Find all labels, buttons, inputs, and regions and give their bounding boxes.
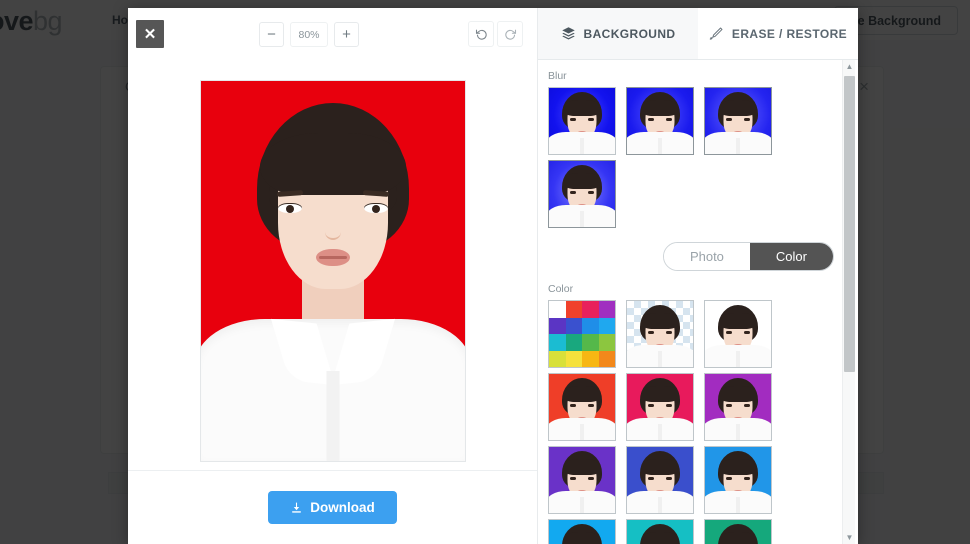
blur-section-label: Blur xyxy=(548,70,567,82)
color-thumbnail-transparent[interactable] xyxy=(626,300,694,368)
thumbnail-portrait xyxy=(627,447,693,513)
thumbnail-portrait xyxy=(549,447,615,513)
portrait-eye-right xyxy=(363,203,388,213)
brush-icon xyxy=(709,27,723,40)
zoom-controls: − 80% + xyxy=(259,22,359,47)
portrait-pupil-left xyxy=(285,205,294,213)
zoom-in-button[interactable]: + xyxy=(334,22,359,47)
color-thumbnail-grid xyxy=(548,300,846,544)
tab-erase-restore-label: ERASE / RESTORE xyxy=(731,26,848,41)
tab-erase-restore[interactable]: ERASE / RESTORE xyxy=(698,8,858,60)
thumbnail-portrait xyxy=(705,88,771,154)
thumbnail-portrait xyxy=(627,301,693,367)
color-thumbnail[interactable] xyxy=(704,446,772,514)
portrait-pupil-right xyxy=(371,205,380,213)
thumbnail-portrait xyxy=(549,520,615,544)
color-section-label: Color xyxy=(548,283,574,295)
photo-color-toggle-row: Photo Color xyxy=(548,228,846,283)
undo-button[interactable] xyxy=(468,21,494,47)
color-thumbnail[interactable] xyxy=(548,373,616,441)
toggle-option-color[interactable]: Color xyxy=(749,243,833,270)
color-thumbnail[interactable] xyxy=(626,446,694,514)
thumbnail-portrait xyxy=(705,374,771,440)
thumbnail-portrait xyxy=(549,88,615,154)
scrollbar-thumb[interactable] xyxy=(844,76,855,372)
blur-thumbnail[interactable] xyxy=(548,87,616,155)
color-thumbnail[interactable] xyxy=(548,446,616,514)
scroll-down-icon[interactable]: ▼ xyxy=(843,531,856,544)
color-thumbnail[interactable] xyxy=(704,519,772,544)
portrait-collar-right xyxy=(330,318,395,386)
undo-icon xyxy=(475,29,487,40)
tab-background[interactable]: BACKGROUND xyxy=(538,8,698,60)
options-panel: BACKGROUND ERASE / RESTORE Blur Photo Co… xyxy=(538,8,858,544)
portrait-placket xyxy=(326,371,339,461)
panel-scroll-content: Blur Photo Color Color xyxy=(538,60,858,544)
blur-thumbnail-grid xyxy=(548,87,846,228)
blur-thumbnail[interactable] xyxy=(548,160,616,228)
editor-toolbar: ✕ − 80% + xyxy=(128,8,537,60)
portrait-mouth xyxy=(315,249,350,266)
photo-color-toggle: Photo Color xyxy=(662,242,834,271)
color-thumbnail[interactable] xyxy=(704,300,772,368)
download-button[interactable]: Download xyxy=(268,491,397,524)
toggle-option-photo[interactable]: Photo xyxy=(663,243,750,270)
tab-background-label: BACKGROUND xyxy=(583,26,676,41)
color-thumbnail[interactable] xyxy=(704,373,772,441)
thumbnail-portrait xyxy=(627,374,693,440)
blur-thumbnail[interactable] xyxy=(704,87,772,155)
panel-tabs: BACKGROUND ERASE / RESTORE xyxy=(538,8,858,60)
thumbnail-portrait xyxy=(627,520,693,544)
image-preview[interactable] xyxy=(199,80,466,462)
redo-icon xyxy=(504,29,516,40)
editor-modal: ✕ − 80% + Download BACKGROUND ERASE / RE… xyxy=(128,8,858,544)
scroll-up-icon[interactable]: ▲ xyxy=(843,60,856,73)
color-thumbnail[interactable] xyxy=(626,519,694,544)
thumbnail-portrait xyxy=(705,520,771,544)
thumbnail-portrait xyxy=(705,447,771,513)
thumbnail-portrait xyxy=(549,374,615,440)
thumbnail-portrait xyxy=(705,301,771,367)
panel-scrollbar[interactable]: ▲ ▼ xyxy=(842,60,855,544)
portrait-collar-left xyxy=(270,318,335,386)
zoom-out-button[interactable]: − xyxy=(259,22,284,47)
canvas-area[interactable] xyxy=(128,60,537,470)
color-picker-swatch[interactable] xyxy=(548,300,616,368)
blur-thumbnail[interactable] xyxy=(626,87,694,155)
color-thumbnail[interactable] xyxy=(548,519,616,544)
portrait-shirt xyxy=(200,318,465,461)
color-thumbnail[interactable] xyxy=(626,373,694,441)
download-button-label: Download xyxy=(310,500,375,515)
history-controls xyxy=(468,21,523,47)
layers-icon xyxy=(561,27,575,40)
download-icon xyxy=(292,502,302,513)
portrait-eye-left xyxy=(277,203,302,213)
portrait-fringe xyxy=(259,133,406,195)
download-bar: Download xyxy=(128,470,537,544)
thumbnail-portrait xyxy=(627,88,693,154)
editor-pane: ✕ − 80% + Download xyxy=(128,8,538,544)
close-modal-button[interactable]: ✕ xyxy=(136,20,164,48)
redo-button[interactable] xyxy=(497,21,523,47)
zoom-level-value[interactable]: 80% xyxy=(290,22,328,47)
thumbnail-portrait xyxy=(549,161,615,227)
